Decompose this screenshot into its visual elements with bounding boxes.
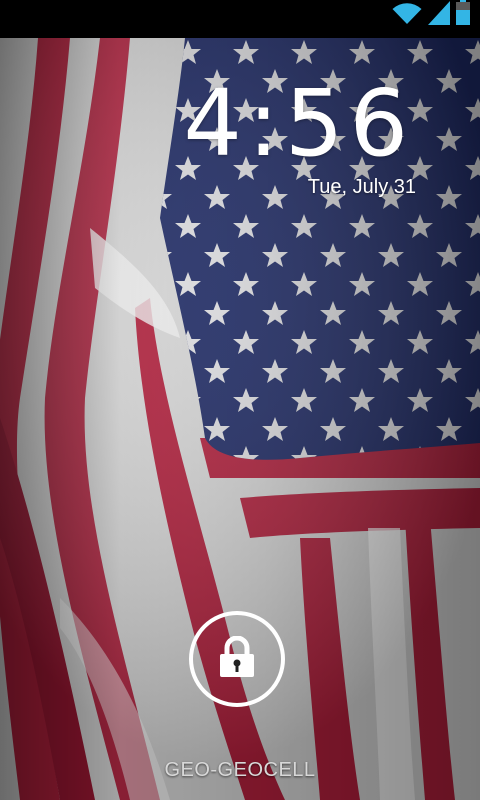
- battery-icon: [456, 0, 470, 30]
- carrier-label: GEO-GEOCELL: [164, 759, 316, 781]
- status-bar: [0, 0, 480, 38]
- signal-icon: [428, 1, 450, 30]
- lock-clock: 4:56: [183, 70, 414, 177]
- lock-date: Tue, July 31: [307, 176, 416, 198]
- lock-screen: 4:56 Tue, July 31 GEO-GEOCELL: [0, 0, 480, 800]
- status-icons: [392, 0, 470, 30]
- wifi-icon: [392, 3, 422, 30]
- lock-icon: [218, 635, 256, 683]
- unlock-handle[interactable]: [189, 611, 285, 707]
